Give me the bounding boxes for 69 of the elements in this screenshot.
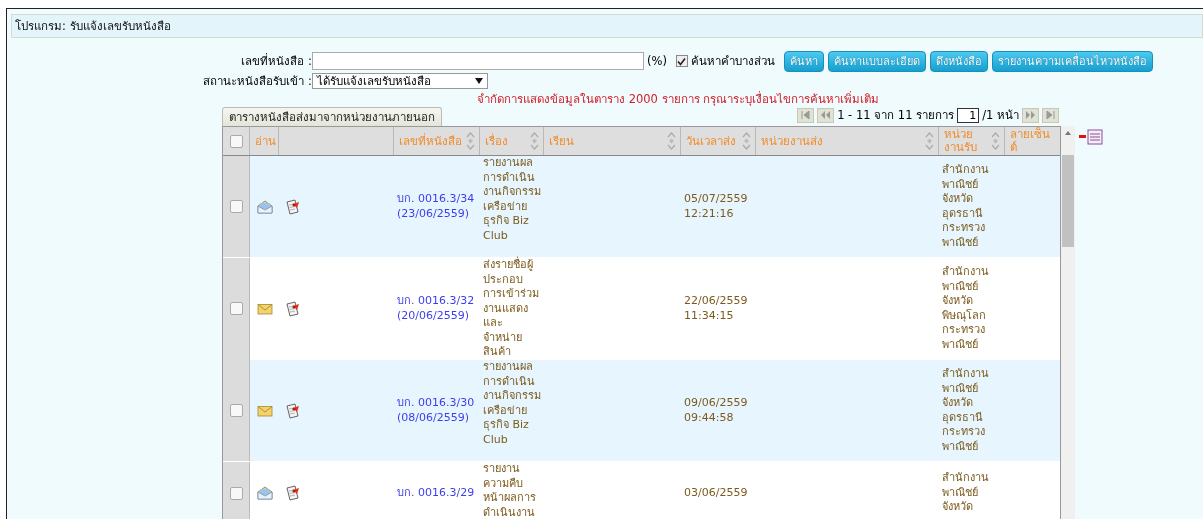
first-page-icon[interactable] (801, 111, 811, 119)
sent-time-cell: 03/06/2559 (684, 485, 748, 501)
previous-page-icon[interactable] (820, 111, 832, 119)
column-list-icon[interactable] (1079, 129, 1103, 145)
column-header[interactable]: หน่วยงานรับ (944, 128, 990, 154)
toolbar-button[interactable]: ค้นหา (783, 50, 824, 72)
receiver-cell-text: สำนักงานพาณิชย์จังหวัด (942, 471, 990, 515)
scrollbar-thumb[interactable] (1062, 155, 1074, 247)
document-pin-icon[interactable] (285, 300, 301, 317)
page-field[interactable]: 1 (957, 107, 980, 123)
document-number-link[interactable]: บก. 0016.3/34 (23/06/2559) (397, 192, 477, 221)
subject-cell-text: รายงานความคืบหน้าผลการดำเนินงาน (483, 462, 537, 519)
toolbar-button[interactable]: ดึงหนังสือ (929, 50, 988, 72)
subject-cell: รายงานผลการดำเนินงานกิจกรรมเครือข่ายธุรกิจ Biz Club (483, 156, 541, 243)
sent-time-cell-text: 09/06/2559 09:44:58 (684, 396, 749, 425)
field-label: เลขที่หนังสือ : (240, 53, 312, 69)
receiver-cell-text: สำนักงานพาณิชย์จังหวัดอุดรธานีกระทรวงพาณิชย์ (942, 163, 990, 250)
sort-icon[interactable] (666, 130, 677, 152)
table-tab[interactable]: ตารางหนังสือส่งมาจากหน่วยงานภายนอก (222, 107, 442, 126)
sort-icon[interactable] (529, 130, 540, 152)
receiver-cell-text: สำนักงานพาณิชย์จังหวัดอุดรธานีกระทรวงพาณิชย์ (942, 367, 990, 454)
first-page-button[interactable] (797, 107, 815, 123)
sort-icon[interactable] (924, 130, 935, 152)
document-number-link[interactable]: บก. 0016.3/32 (20/06/2559) (397, 294, 477, 324)
row-checkbox[interactable] (229, 200, 243, 213)
column-header[interactable]: ลายเซ็นต์ (1010, 128, 1056, 154)
row-checkbox[interactable] (229, 404, 243, 417)
row-checkbox[interactable] (229, 486, 243, 500)
row-checkbox[interactable] (229, 302, 243, 316)
toolbar-button[interactable]: รายงานความเคลื่อนไหวหนังสือ (991, 50, 1153, 72)
sent-time-cell-text: 05/07/2559 12:21:16 (684, 192, 749, 221)
field-label: สถานะหนังสือรับเข้า : (202, 73, 312, 89)
column-header[interactable]: เรียน (549, 134, 666, 148)
sort-icon[interactable] (465, 130, 476, 152)
subject-cell: รายงานผลการดำเนินงานกิจกรรมเครือข่ายธุรกิจ Biz Club (483, 360, 541, 447)
document-pin-icon[interactable] (285, 402, 301, 419)
sort-icon[interactable] (990, 130, 1001, 152)
record-summary: 1 - 11 จาก 11 รายการ (837, 107, 955, 124)
document-pin-icon[interactable] (285, 198, 301, 215)
checkbox-label: ค้นหาคำบางส่วน (690, 53, 775, 69)
toolbar-button[interactable]: ค้นหาแบบละเอียด (827, 50, 926, 72)
scrollbar[interactable] (1061, 126, 1075, 519)
last-page-icon[interactable] (1046, 111, 1055, 119)
last-page-button[interactable] (1042, 107, 1059, 123)
status-dropdown[interactable]: ได้รับแจ้งเลขรับหนังสือ (312, 73, 488, 89)
previous-page-button[interactable] (817, 107, 835, 123)
subject-cell-text: ส่งรายชื่อผู้ประกอบการเข้าร่วมงานแสดงและจำหน่ายสินค้า (483, 258, 540, 360)
document-pin-icon[interactable] (285, 485, 301, 501)
column-header[interactable]: เลขที่หนังสือ (399, 134, 465, 148)
program-title: โปรแกรม: รับแจ้งเลขรับหนังสือ (11, 14, 1203, 38)
next-page-icon[interactable] (1025, 111, 1036, 119)
receiver-cell-text: สำนักงานพาณิชย์จังหวัดพิษณุโลกกระทรวงพาณิชย์ (942, 265, 990, 353)
limit-notice: จำกัดการแสดงข้อมูลในตาราง 2000 รายการ กรุณาระบุเงื่อนไขการค้นหาเพิ่มเติม (477, 92, 881, 106)
document-number-link[interactable]: บก. 0016.3/30 (08/06/2559) (397, 396, 477, 425)
partial-match-checkbox[interactable] (675, 55, 688, 67)
sent-time-cell-text: 22/06/2559 11:34:15 (684, 294, 749, 324)
next-page-button[interactable] (1022, 107, 1039, 123)
column-header[interactable]: หน่วยงานส่ง (761, 134, 924, 148)
column-header[interactable]: เรื่อง (485, 134, 529, 148)
tick-icon (677, 56, 687, 66)
document-number-link[interactable]: บก. 0016.3/29 (397, 485, 475, 501)
wildcard-hint: (%) (647, 53, 667, 69)
page-total: /1 หน้า (982, 107, 1019, 124)
column-header[interactable]: อ่าน (255, 134, 276, 148)
select-all-checkbox[interactable] (229, 134, 243, 148)
sort-icon[interactable] (741, 130, 752, 152)
document-number-field[interactable] (312, 52, 644, 70)
column-header[interactable]: วันเวลาส่ง (686, 134, 741, 148)
dropdown-arrow-icon[interactable] (475, 78, 483, 84)
